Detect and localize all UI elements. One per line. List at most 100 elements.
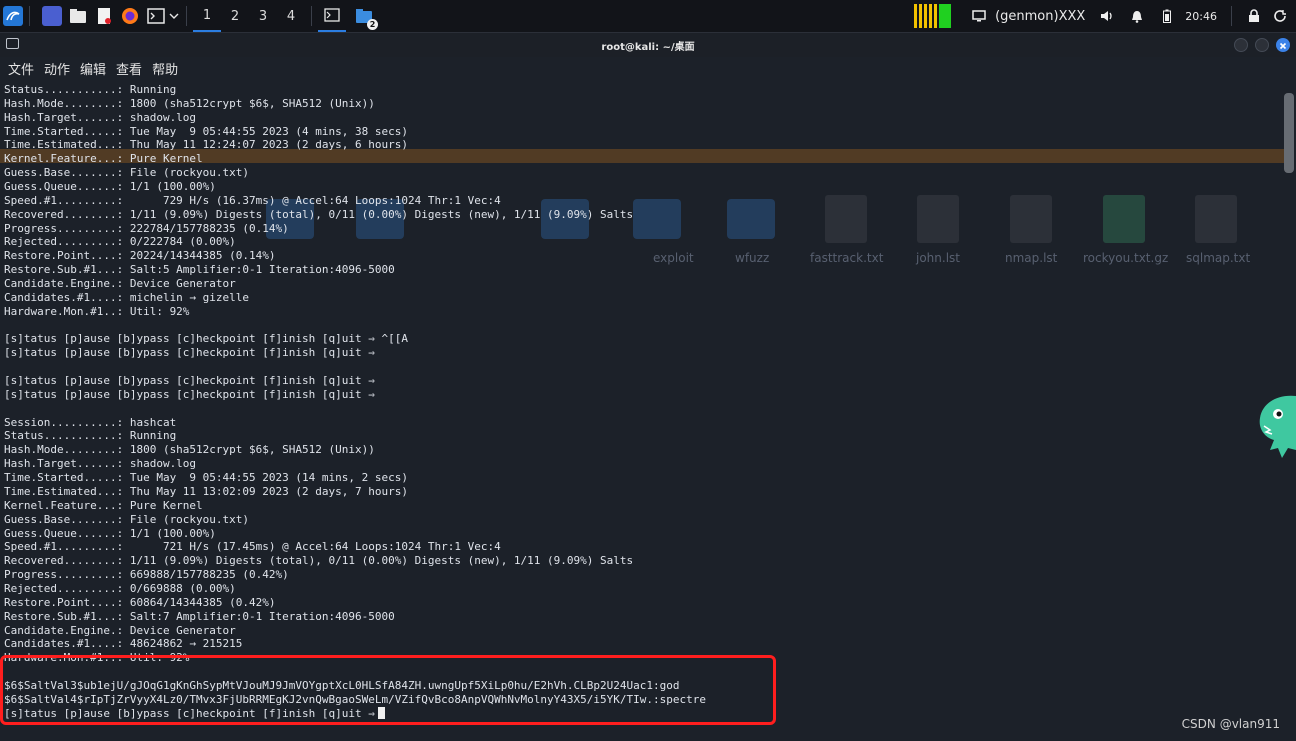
panel-separator	[186, 6, 187, 26]
bg-file-label: fasttrack.txt	[810, 251, 884, 265]
terminal-line: Candidates.#1....: 48624862 → 215215	[4, 637, 243, 651]
terminal-line: Hash.Mode........: 1800 (sha512crypt $6$…	[4, 443, 375, 457]
minimize-button[interactable]	[1234, 38, 1248, 52]
task-terminal[interactable]	[318, 0, 346, 32]
terminal-line: [s]tatus [p]ause [b]ypass [c]heckpoint […	[4, 332, 408, 346]
chevron-down-icon[interactable]	[168, 6, 180, 26]
terminal-line: Restore.Sub.#1...: Salt:5 Amplifier:0-1 …	[4, 263, 395, 277]
window-title: root@kali: ~/桌面	[601, 41, 695, 53]
terminal-line: Status...........: Running	[4, 83, 177, 96]
menu-bar: 文件 动作 编辑 查看 帮助	[0, 57, 1296, 79]
workspace-2[interactable]: 2	[221, 0, 249, 32]
kali-menu-icon[interactable]	[3, 6, 23, 26]
terminal-output[interactable]: Status...........: Running Hash.Mode.....…	[4, 83, 706, 721]
task-file-manager[interactable]: 2	[352, 6, 378, 30]
volume-icon[interactable]	[1097, 6, 1117, 26]
clock[interactable]: 20:46	[1185, 10, 1217, 23]
terminal-line: Guess.Queue......: 1/1 (100.00%)	[4, 180, 216, 194]
display-icon[interactable]	[969, 6, 989, 26]
notifications-bell-icon[interactable]	[1127, 6, 1147, 26]
terminal-line: Restore.Point....: 20224/14344385 (0.14%…	[4, 249, 276, 263]
terminal-line: [s]tatus [p]ause [b]ypass [c]heckpoint […	[4, 387, 375, 401]
terminal-line: Time.Estimated...: Thu May 11 12:24:07 2…	[4, 138, 408, 152]
terminal-line: Hash.Mode........: 1800 (sha512crypt $6$…	[4, 96, 375, 110]
close-button[interactable]	[1276, 38, 1290, 52]
menu-file[interactable]: 文件	[8, 59, 34, 78]
terminal-line: [s]tatus [p]ause [b]ypass [c]heckpoint […	[4, 374, 375, 388]
file-icon	[917, 195, 959, 243]
panel-tray: (genmon)XXX 20:46	[914, 0, 1296, 32]
terminal-line: Recovered........: 1/11 (9.09%) Digests …	[4, 207, 634, 221]
workspace-4[interactable]: 4	[277, 0, 305, 32]
terminal-line: Candidate.Engine.: Device Generator	[4, 623, 236, 637]
menu-view[interactable]: 查看	[116, 59, 142, 78]
terminal-line: Restore.Point....: 60864/14344385 (0.42%…	[4, 595, 276, 609]
panel-separator	[311, 6, 312, 26]
scrollbar[interactable]	[1284, 93, 1294, 173]
terminal-line: Time.Started.....: Tue May 9 05:44:55 20…	[4, 471, 408, 485]
terminal-line: Candidates.#1....: michelin → gizelle	[4, 290, 250, 304]
workspace-3[interactable]: 3	[249, 0, 277, 32]
terminal-line: Guess.Base.......: File (rockyou.txt)	[4, 166, 250, 180]
maximize-button[interactable]	[1255, 38, 1269, 52]
file-icon	[1010, 195, 1052, 243]
folder-icon	[727, 199, 775, 239]
firefox-icon[interactable]	[120, 6, 140, 26]
menu-actions[interactable]: 动作	[44, 59, 70, 78]
file-icon	[1195, 195, 1237, 243]
terminal-line: Rejected.........: 0/222784 (0.00%)	[4, 235, 236, 249]
terminal-line: Hardware.Mon.#1..: Util: 92%	[4, 304, 190, 318]
terminal-line: Speed.#1.........: 729 H/s (16.37ms) @ A…	[4, 193, 501, 207]
highlight-annotation-box	[0, 655, 776, 725]
bg-file-label: rockyou.txt.gz	[1083, 251, 1169, 265]
terminal-line: Restore.Sub.#1...: Salt:7 Amplifier:0-1 …	[4, 609, 395, 623]
terminal-line: Guess.Queue......: 1/1 (100.00%)	[4, 526, 216, 540]
menu-help[interactable]: 帮助	[152, 59, 178, 78]
cpu-graph	[914, 4, 952, 28]
terminal-line: Recovered........: 1/11 (9.09%) Digests …	[4, 554, 634, 568]
bg-file-label: sqlmap.txt	[1186, 251, 1251, 265]
terminal-line: Kernel.Feature...: Pure Kernel	[4, 498, 203, 512]
terminal-line: Time.Started.....: Tue May 9 05:44:55 20…	[4, 124, 408, 138]
power-icon[interactable]	[1270, 6, 1290, 26]
watermark: CSDN @vlan911	[1181, 717, 1280, 731]
text-editor-icon[interactable]	[94, 6, 114, 26]
terminal-line: Time.Estimated...: Thu May 11 13:02:09 2…	[4, 484, 408, 498]
terminal-line: Rejected.........: 0/669888 (0.00%)	[4, 581, 236, 595]
terminal-line: Kernel.Feature...: Pure Kernel	[4, 152, 203, 166]
terminal-line: Progress.........: 669888/157788235 (0.4…	[4, 568, 289, 582]
close-icon	[1279, 42, 1287, 50]
top-panel: 1 2 3 4 2 (genmon)XXX 20:46	[0, 0, 1296, 33]
terminal-launcher-icon[interactable]	[146, 6, 166, 26]
genmon-label: (genmon)XXX	[995, 8, 1086, 24]
panel-separator	[29, 6, 30, 26]
terminal-window-icon	[6, 38, 19, 49]
terminal-line: Session..........: hashcat	[4, 415, 177, 429]
panel-separator	[1231, 6, 1232, 26]
terminal-line: Speed.#1.........: 721 H/s (17.45ms) @ A…	[4, 540, 501, 554]
terminal-line: Progress.........: 222784/157788235 (0.1…	[4, 221, 289, 235]
bg-file-label: nmap.lst	[1005, 251, 1058, 265]
file-manager-icon[interactable]	[68, 6, 88, 26]
terminal-line: Status...........: Running	[4, 429, 177, 443]
bg-file-label: wfuzz	[735, 251, 770, 265]
window-titlebar[interactable]: root@kali: ~/桌面	[0, 33, 1296, 57]
menu-edit[interactable]: 编辑	[80, 59, 106, 78]
lock-icon[interactable]	[1244, 6, 1264, 26]
terminal-line: Hash.Target......: shadow.log	[4, 110, 197, 124]
terminal-line: [s]tatus [p]ause [b]ypass [c]heckpoint […	[4, 346, 375, 360]
terminal-line: Hash.Target......: shadow.log	[4, 457, 197, 471]
show-desktop-icon[interactable]	[42, 6, 62, 26]
terminal-line: Candidate.Engine.: Device Generator	[4, 277, 236, 291]
task-count-badge: 2	[367, 19, 378, 30]
dinosaur-mascot-icon	[1259, 395, 1296, 458]
battery-icon[interactable]	[1157, 6, 1177, 26]
bg-file-label: john.lst	[916, 251, 960, 265]
terminal-line: Guess.Base.......: File (rockyou.txt)	[4, 512, 250, 526]
workspace-1[interactable]: 1	[193, 0, 221, 32]
archive-icon	[1103, 195, 1145, 243]
file-icon	[825, 195, 867, 243]
